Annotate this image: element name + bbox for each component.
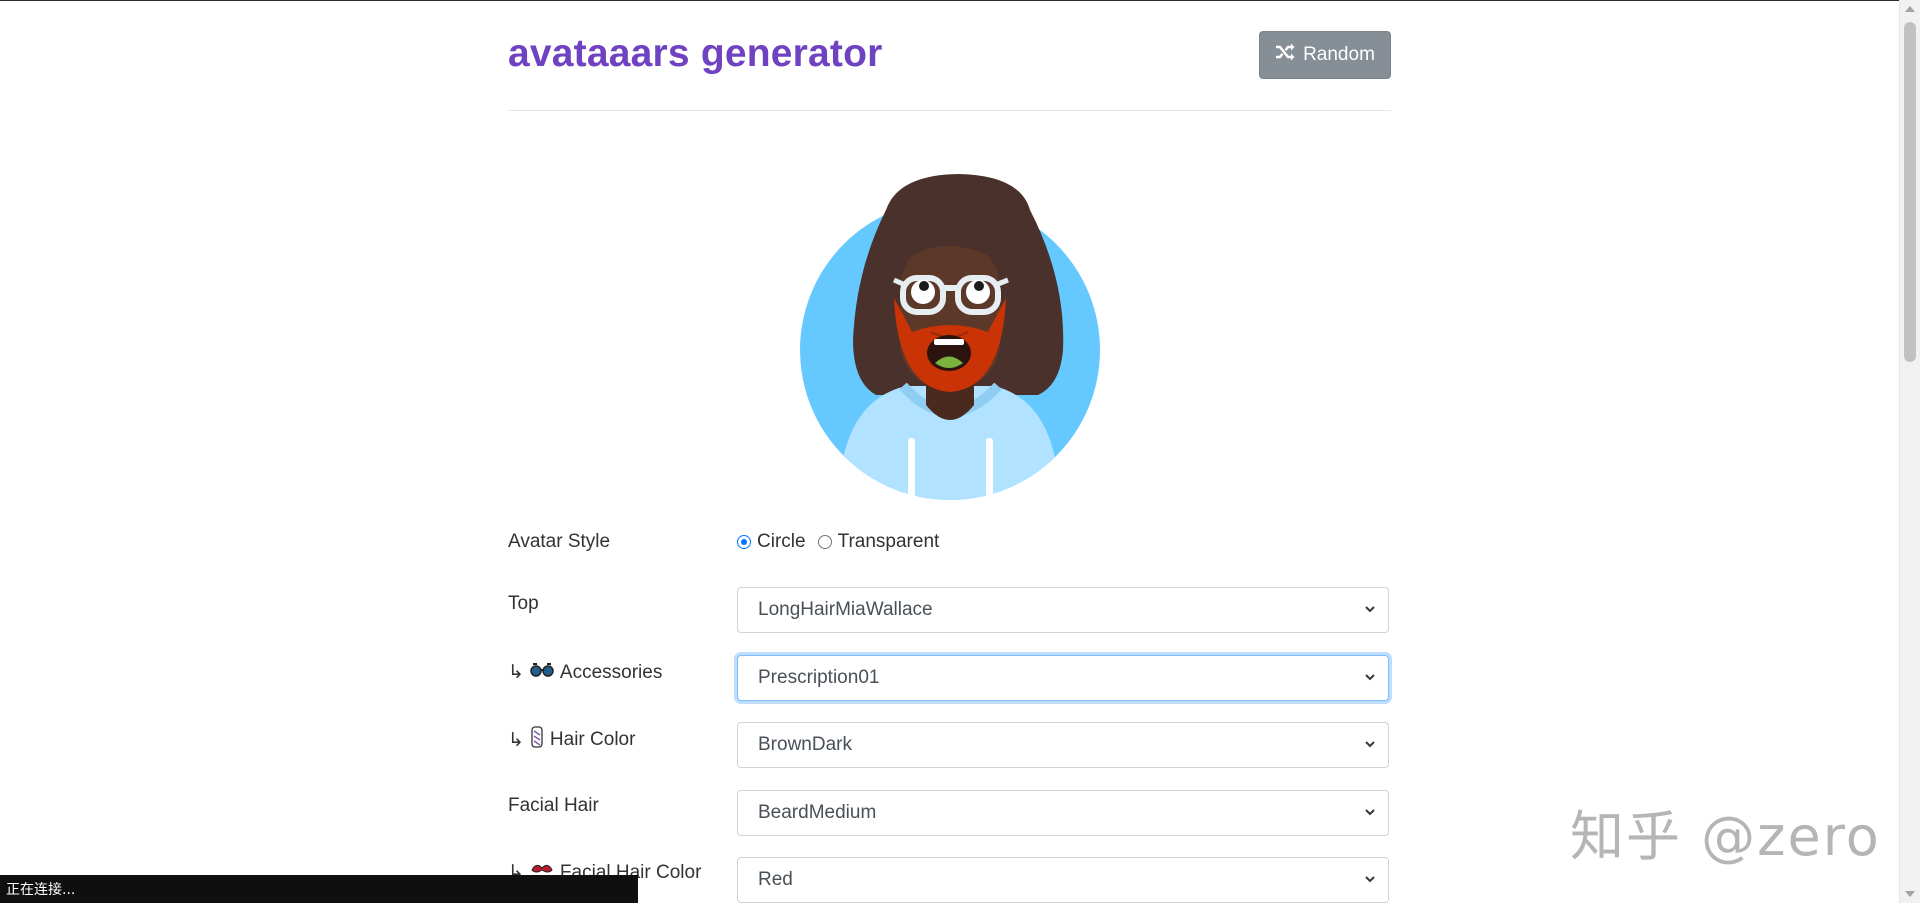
hair-color-select[interactable]: BrownDark [737, 722, 1389, 768]
main-container: avataaars generator Random Avatar Style … [508, 0, 1391, 903]
scroll-down-arrow-icon[interactable] [1905, 891, 1915, 897]
facial-hair-color-select[interactable]: Red [737, 857, 1389, 903]
facial-hair-select-value: BeardMedium [758, 802, 877, 823]
facial-hair-color-row: ↳ Facial Hair Color Red [508, 857, 1391, 905]
hair-color-select-value: BrownDark [758, 734, 852, 755]
transparent-radio-label[interactable]: Transparent [838, 531, 940, 553]
sub-option-arrow: ↳ [508, 729, 524, 751]
accessories-label: ↳ Accessories [508, 661, 663, 684]
hair-color-row: ↳ Hair Color BrownDark [508, 722, 1391, 770]
top-label: Top [508, 593, 539, 614]
random-button-label: Random [1303, 44, 1375, 65]
avatar-style-options: Circle Transparent [737, 531, 939, 553]
chevron-down-icon [1365, 606, 1375, 613]
chevron-down-icon [1365, 741, 1375, 748]
top-select-value: LongHairMiaWallace [758, 599, 933, 620]
facial-hair-select[interactable]: BeardMedium [737, 790, 1389, 836]
avatar-preview [798, 170, 1118, 500]
sub-option-arrow: ↳ [508, 662, 524, 683]
hair-color-icon [530, 726, 544, 754]
page-header: avataaars generator Random [508, 0, 1391, 111]
top-row: Top LongHairMiaWallace [508, 587, 1391, 635]
facial-hair-color-select-value: Red [758, 869, 793, 890]
accessories-select[interactable]: Prescription01 [737, 655, 1389, 701]
circle-radio[interactable] [737, 535, 751, 549]
transparent-radio[interactable] [817, 535, 832, 549]
shuffle-icon [1275, 43, 1295, 67]
circle-radio-label[interactable]: Circle [757, 531, 806, 553]
facial-hair-label: Facial Hair [508, 795, 599, 816]
top-select[interactable]: LongHairMiaWallace [737, 587, 1389, 633]
avatar-style-row: Avatar Style Circle Transparent [508, 531, 1391, 579]
chevron-down-icon [1365, 674, 1375, 681]
random-button[interactable]: Random [1259, 31, 1391, 79]
hair-color-label: ↳ Hair Color [508, 726, 635, 754]
avatar-style-label: Avatar Style [508, 531, 611, 552]
watermark: 知乎 @zero [1570, 805, 1881, 868]
page-title: avataaars generator [508, 32, 883, 75]
accessories-select-value: Prescription01 [758, 667, 880, 688]
vertical-scrollbar[interactable] [1899, 0, 1920, 903]
facial-hair-row: Facial Hair BeardMedium [508, 790, 1391, 838]
glasses-icon [530, 662, 554, 684]
scrollbar-thumb[interactable] [1904, 22, 1916, 362]
chevron-down-icon [1365, 876, 1375, 883]
chevron-down-icon [1365, 809, 1375, 816]
status-bar: 正在连接... [0, 875, 638, 903]
accessories-row: ↳ Accessories Prescription01 [508, 655, 1391, 703]
scroll-up-arrow-icon[interactable] [1905, 6, 1915, 12]
